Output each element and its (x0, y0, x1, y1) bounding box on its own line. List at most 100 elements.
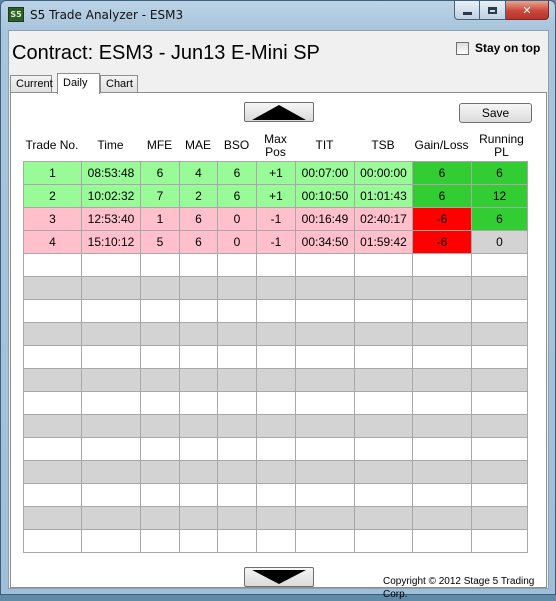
empty-cell-bso[interactable] (218, 323, 257, 346)
cell-gain-loss[interactable]: 6 (413, 162, 472, 185)
empty-cell-running-pl[interactable] (472, 415, 528, 438)
empty-cell-tsb[interactable] (355, 300, 413, 323)
cell-running-pl[interactable]: 0 (472, 231, 528, 254)
empty-cell-bso[interactable] (218, 415, 257, 438)
empty-cell-mfe[interactable] (141, 530, 180, 553)
empty-cell-tsb[interactable] (355, 254, 413, 277)
cell-max-pos[interactable]: -1 (257, 208, 296, 231)
empty-cell-tit[interactable] (296, 369, 355, 392)
column-header-mfe[interactable]: MFE (140, 130, 179, 161)
empty-cell-max-pos[interactable] (257, 484, 296, 507)
trades-table[interactable]: 1 08:53:48 6 4 6 +1 00:07:00 00:00:00 6 6 2 10:02:3… (23, 161, 528, 553)
scroll-down-button[interactable] (244, 567, 314, 587)
empty-cell-max-pos[interactable] (257, 507, 296, 530)
empty-cell-gain-loss[interactable] (413, 369, 472, 392)
empty-cell-trade-no[interactable] (24, 323, 82, 346)
empty-cell-trade-no[interactable] (24, 415, 82, 438)
empty-table-row[interactable] (24, 438, 528, 461)
empty-cell-gain-loss[interactable] (413, 346, 472, 369)
cell-trade-no[interactable]: 3 (24, 208, 82, 231)
empty-cell-time[interactable] (82, 300, 141, 323)
empty-cell-gain-loss[interactable] (413, 392, 472, 415)
empty-cell-trade-no[interactable] (24, 507, 82, 530)
empty-cell-running-pl[interactable] (472, 300, 528, 323)
empty-cell-trade-no[interactable] (24, 530, 82, 553)
empty-cell-time[interactable] (82, 461, 141, 484)
empty-cell-max-pos[interactable] (257, 323, 296, 346)
empty-cell-tit[interactable] (296, 300, 355, 323)
empty-cell-tit[interactable] (296, 507, 355, 530)
empty-cell-tit[interactable] (296, 438, 355, 461)
column-header-tsb[interactable]: TSB (354, 130, 412, 161)
empty-cell-tsb[interactable] (355, 484, 413, 507)
column-header-mae[interactable]: MAE (179, 130, 217, 161)
empty-cell-running-pl[interactable] (472, 323, 528, 346)
empty-table-row[interactable] (24, 323, 528, 346)
empty-cell-gain-loss[interactable] (413, 507, 472, 530)
empty-cell-time[interactable] (82, 369, 141, 392)
empty-cell-mae[interactable] (180, 369, 218, 392)
cell-tit[interactable]: 00:10:50 (296, 185, 355, 208)
cell-mfe[interactable]: 6 (141, 162, 180, 185)
empty-cell-max-pos[interactable] (257, 392, 296, 415)
cell-bso[interactable]: 6 (218, 162, 257, 185)
empty-cell-bso[interactable] (218, 438, 257, 461)
empty-cell-tit[interactable] (296, 277, 355, 300)
empty-table-row[interactable] (24, 254, 528, 277)
empty-cell-time[interactable] (82, 277, 141, 300)
cell-mfe[interactable]: 1 (141, 208, 180, 231)
empty-table-row[interactable] (24, 415, 528, 438)
empty-cell-bso[interactable] (218, 507, 257, 530)
cell-time[interactable]: 12:53:40 (82, 208, 141, 231)
empty-table-row[interactable] (24, 530, 528, 553)
empty-cell-max-pos[interactable] (257, 415, 296, 438)
cell-tsb[interactable]: 02:40:17 (355, 208, 413, 231)
empty-cell-gain-loss[interactable] (413, 300, 472, 323)
cell-tsb[interactable]: 01:59:42 (355, 231, 413, 254)
empty-cell-max-pos[interactable] (257, 461, 296, 484)
cell-mfe[interactable]: 7 (141, 185, 180, 208)
empty-cell-max-pos[interactable] (257, 369, 296, 392)
cell-max-pos[interactable]: +1 (257, 162, 296, 185)
empty-cell-mae[interactable] (180, 530, 218, 553)
empty-cell-mae[interactable] (180, 323, 218, 346)
empty-cell-bso[interactable] (218, 461, 257, 484)
empty-cell-max-pos[interactable] (257, 277, 296, 300)
table-row[interactable]: 2 10:02:32 7 2 6 +1 00:10:50 01:01:43 6 12 (24, 185, 528, 208)
empty-cell-trade-no[interactable] (24, 438, 82, 461)
empty-cell-running-pl[interactable] (472, 369, 528, 392)
empty-cell-bso[interactable] (218, 369, 257, 392)
empty-cell-tsb[interactable] (355, 392, 413, 415)
empty-cell-mfe[interactable] (141, 484, 180, 507)
cell-mfe[interactable]: 5 (141, 231, 180, 254)
empty-table-row[interactable] (24, 461, 528, 484)
empty-cell-tit[interactable] (296, 392, 355, 415)
app-icon[interactable]: S5 (8, 7, 24, 22)
cell-time[interactable]: 10:02:32 (82, 185, 141, 208)
empty-cell-mae[interactable] (180, 277, 218, 300)
empty-cell-tsb[interactable] (355, 507, 413, 530)
empty-cell-mfe[interactable] (141, 392, 180, 415)
empty-cell-tsb[interactable] (355, 346, 413, 369)
empty-cell-bso[interactable] (218, 346, 257, 369)
empty-cell-mae[interactable] (180, 346, 218, 369)
empty-cell-gain-loss[interactable] (413, 484, 472, 507)
empty-cell-tsb[interactable] (355, 369, 413, 392)
maximize-button[interactable] (480, 1, 506, 20)
empty-cell-mae[interactable] (180, 300, 218, 323)
save-button[interactable]: Save (459, 103, 532, 123)
empty-cell-trade-no[interactable] (24, 277, 82, 300)
empty-cell-gain-loss[interactable] (413, 415, 472, 438)
empty-cell-time[interactable] (82, 346, 141, 369)
column-header-running-pl[interactable]: Running PL (471, 130, 532, 161)
empty-cell-trade-no[interactable] (24, 254, 82, 277)
empty-cell-mae[interactable] (180, 507, 218, 530)
minimize-button[interactable] (454, 1, 480, 20)
empty-cell-gain-loss[interactable] (413, 254, 472, 277)
empty-cell-trade-no[interactable] (24, 484, 82, 507)
cell-max-pos[interactable]: -1 (257, 231, 296, 254)
empty-cell-running-pl[interactable] (472, 484, 528, 507)
empty-cell-tsb[interactable] (355, 438, 413, 461)
empty-cell-time[interactable] (82, 392, 141, 415)
empty-cell-tsb[interactable] (355, 415, 413, 438)
